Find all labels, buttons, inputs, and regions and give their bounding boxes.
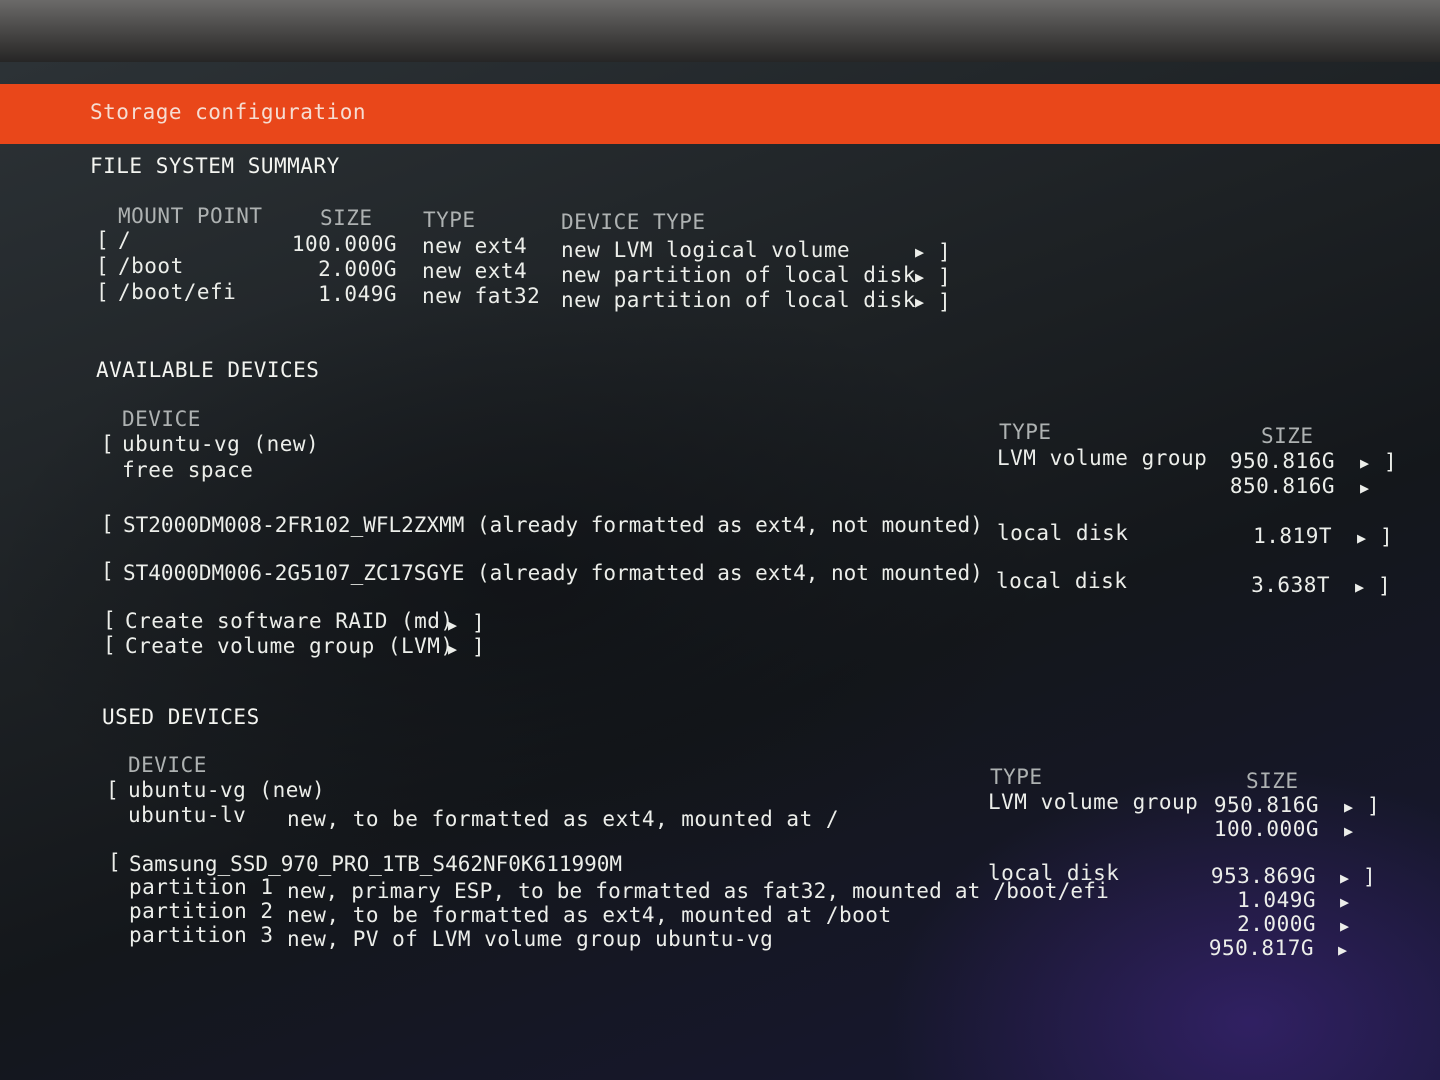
fs-device-type: new LVM logical volume — [561, 238, 851, 262]
device-name: Samsung_SSD_970_PRO_1TB_S462NF0K611990M — [129, 852, 623, 876]
partition-label: partition 2 — [129, 899, 274, 923]
device-type: local disk — [996, 569, 1128, 593]
open-bracket: [ — [101, 432, 115, 456]
arrow-icon: ▶ — [915, 268, 925, 286]
arrow-icon: ▶ — [1360, 454, 1370, 472]
close-bracket: ] — [938, 290, 952, 314]
fs-mount: /boot/efi — [118, 280, 237, 304]
open-bracket: [ — [108, 850, 122, 874]
open-bracket: [ — [103, 608, 117, 632]
device-name: ubuntu-vg (new) — [128, 778, 326, 802]
close-bracket: ] — [1363, 865, 1377, 889]
lv-size: 100.000G — [1213, 817, 1319, 841]
partition-size: 2.000G — [1237, 912, 1316, 936]
partition-description: new, primary ESP, to be formatted as fat… — [287, 879, 1109, 903]
close-bracket: ] — [1378, 574, 1392, 598]
device-size: 950.816G — [1229, 449, 1335, 473]
fs-size: 100.000G — [291, 232, 397, 256]
fs-col-type-header: TYPE — [423, 208, 476, 232]
fs-col-device-type-header: DEVICE TYPE — [561, 210, 706, 234]
arrow-icon: ▶ — [1340, 869, 1350, 887]
device-size: 953.869G — [1210, 864, 1316, 888]
fs-device-type: new partition of local disk — [561, 263, 916, 287]
fs-type: new ext4 — [422, 259, 528, 283]
open-bracket: [ — [96, 280, 110, 304]
device-type: local disk — [997, 521, 1129, 545]
arrow-icon: ▶ — [1357, 529, 1367, 547]
lv-description: new, to be formatted as ext4, mounted at… — [287, 807, 840, 831]
arrow-icon: ▶ — [915, 243, 925, 261]
fs-col-mount-header: MOUNT POINT — [118, 204, 263, 228]
device-type: LVM volume group — [988, 790, 1199, 814]
partition-label: partition 3 — [129, 923, 274, 947]
device-size: 3.638T — [1251, 573, 1330, 597]
partition-size: 1.049G — [1237, 888, 1316, 912]
used-col-device-header: DEVICE — [128, 753, 207, 777]
device-type: LVM volume group — [997, 446, 1208, 470]
partition-description: new, to be formatted as ext4, mounted at… — [287, 903, 892, 927]
arrow-icon: ▶ — [1340, 917, 1350, 935]
used-col-size-header: SIZE — [1246, 769, 1299, 793]
close-bracket: ] — [938, 265, 952, 289]
avail-col-type-header: TYPE — [999, 420, 1052, 444]
fs-device-type: new partition of local disk — [561, 288, 916, 312]
avail-col-device-header: DEVICE — [122, 407, 201, 431]
open-bracket: [ — [103, 633, 117, 657]
partition-label: partition 1 — [129, 875, 274, 899]
device-size: 1.819T — [1253, 524, 1332, 548]
arrow-icon: ▶ — [1355, 578, 1365, 596]
fs-col-size-header: SIZE — [320, 206, 373, 230]
close-bracket: ] — [472, 611, 486, 635]
device-size: 950.816G — [1213, 793, 1319, 817]
close-bracket: ] — [1384, 450, 1398, 474]
fs-type: new fat32 — [422, 284, 541, 308]
installer-screen: Storage configuration FILE SYSTEM SUMMAR… — [0, 62, 1440, 1080]
arrow-icon: ▶ — [1340, 893, 1350, 911]
device-name: ST2000DM008-2FR102_WFL2ZXMM (already for… — [123, 513, 983, 537]
fs-mount: /boot — [118, 254, 184, 278]
open-bracket: [ — [101, 512, 115, 536]
close-bracket: ] — [938, 240, 952, 264]
page-title: Storage configuration — [90, 100, 367, 124]
fs-mount: / — [118, 228, 132, 252]
used-col-type-header: TYPE — [990, 765, 1043, 789]
arrow-icon: ▶ — [1360, 479, 1370, 497]
free-space-label: free space — [122, 458, 254, 482]
used-devices-heading: USED DEVICES — [102, 705, 260, 729]
close-bracket: ] — [1380, 525, 1394, 549]
arrow-icon: ▶ — [915, 293, 925, 311]
fs-summary-heading: FILE SYSTEM SUMMARY — [90, 154, 340, 178]
partition-description: new, PV of LVM volume group ubuntu-vg — [287, 927, 774, 951]
arrow-icon: ▶ — [1344, 822, 1354, 840]
free-space-size: 850.816G — [1229, 474, 1335, 498]
open-bracket: [ — [101, 559, 115, 583]
arrow-icon: ▶ — [1344, 798, 1354, 816]
arrow-icon: ▶ — [1338, 941, 1348, 959]
button-label: Create software RAID (md) — [125, 609, 454, 633]
open-bracket: [ — [96, 254, 110, 278]
close-bracket: ] — [472, 635, 486, 659]
arrow-icon: ▶ — [448, 640, 458, 658]
device-name: ST4000DM006-2G5107_ZC17SGYE (already for… — [123, 561, 983, 585]
fs-size: 2.000G — [318, 257, 397, 281]
open-bracket: [ — [106, 778, 120, 802]
button-label: Create volume group (LVM) — [125, 634, 454, 658]
arrow-icon: ▶ — [448, 616, 458, 634]
fs-size: 1.049G — [318, 282, 397, 306]
device-name: ubuntu-vg (new) — [122, 432, 320, 456]
available-devices-heading: AVAILABLE DEVICES — [96, 358, 320, 382]
fs-type: new ext4 — [422, 234, 528, 258]
close-bracket: ] — [1367, 794, 1381, 818]
avail-col-size-header: SIZE — [1261, 424, 1314, 448]
open-bracket: [ — [96, 228, 110, 252]
title-bar: Storage configuration — [0, 84, 1440, 144]
lv-name: ubuntu-lv — [128, 803, 247, 827]
partition-size: 950.817G — [1208, 936, 1314, 960]
